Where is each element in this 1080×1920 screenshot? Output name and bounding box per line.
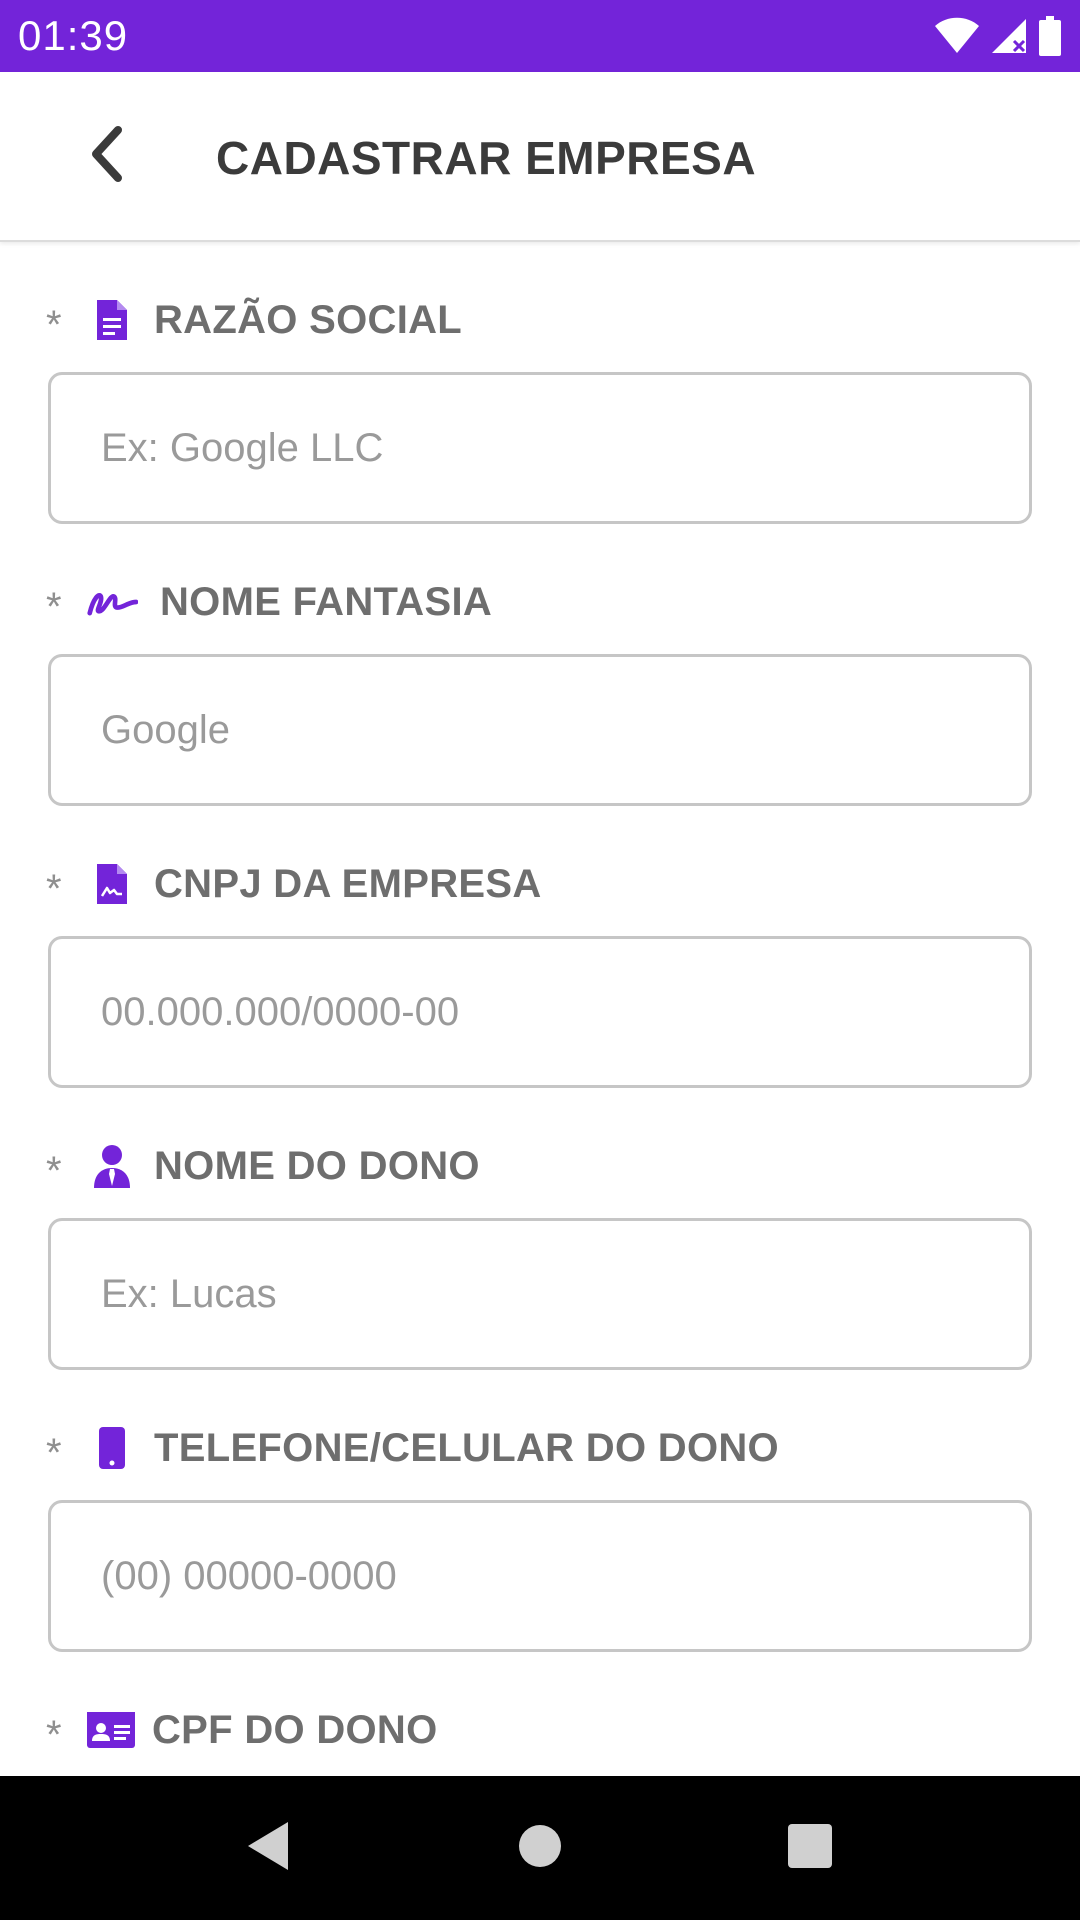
id-card-icon bbox=[86, 1704, 136, 1756]
back-button[interactable] bbox=[68, 118, 144, 194]
nav-home-button[interactable] bbox=[510, 1818, 570, 1878]
field-label: NOME FANTASIA bbox=[160, 579, 493, 624]
nome-fantasia-input[interactable] bbox=[48, 654, 1032, 806]
nav-recents-button[interactable] bbox=[780, 1818, 840, 1878]
field-label: CPF DO DONO bbox=[152, 1707, 438, 1752]
file-contract-icon bbox=[86, 858, 138, 910]
home-circle-icon bbox=[517, 1823, 563, 1874]
status-icons bbox=[934, 14, 1062, 58]
chevron-left-icon bbox=[88, 125, 124, 187]
required-mark: * bbox=[46, 1431, 62, 1475]
telefone-dono-input[interactable] bbox=[48, 1500, 1032, 1652]
cnpj-input[interactable] bbox=[48, 936, 1032, 1088]
razao-social-input[interactable] bbox=[48, 372, 1032, 524]
field-label: CNPJ DA EMPRESA bbox=[154, 861, 542, 906]
app-bar: CADASTRAR EMPRESA bbox=[0, 72, 1080, 242]
required-mark: * bbox=[46, 303, 62, 347]
nome-dono-input[interactable] bbox=[48, 1218, 1032, 1370]
document-icon bbox=[86, 294, 138, 346]
company-form: * RAZÃO SOCIAL * NOME FANTA bbox=[0, 242, 1080, 1776]
user-tie-icon bbox=[86, 1140, 138, 1192]
status-time: 01:39 bbox=[18, 12, 129, 59]
required-mark: * bbox=[46, 1713, 62, 1757]
system-nav-bar bbox=[0, 1776, 1080, 1920]
required-mark: * bbox=[46, 585, 62, 629]
required-mark: * bbox=[46, 867, 62, 911]
signature-icon bbox=[86, 576, 138, 628]
nav-back-button[interactable] bbox=[238, 1818, 298, 1878]
page-title: CADASTRAR EMPRESA bbox=[216, 132, 757, 184]
wifi-icon bbox=[934, 17, 980, 55]
signal-icon bbox=[990, 17, 1028, 55]
battery-icon bbox=[1038, 16, 1062, 56]
mobile-phone-icon bbox=[86, 1422, 138, 1474]
field-label: NOME DO DONO bbox=[154, 1143, 480, 1188]
required-mark: * bbox=[46, 1149, 62, 1193]
field-label: TELEFONE/CELULAR DO DONO bbox=[154, 1425, 779, 1470]
status-bar: 01:39 bbox=[0, 0, 1080, 72]
back-triangle-icon bbox=[244, 1820, 292, 1877]
field-label: RAZÃO SOCIAL bbox=[154, 297, 463, 342]
recents-square-icon bbox=[787, 1823, 833, 1874]
